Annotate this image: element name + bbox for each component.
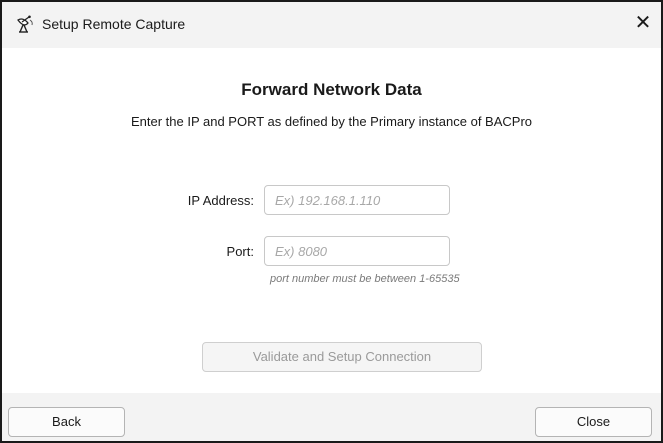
back-button[interactable]: Back <box>8 407 125 437</box>
window-title: Setup Remote Capture <box>42 16 186 32</box>
setup-remote-capture-dialog: Setup Remote Capture ✕ Forward Network D… <box>0 0 663 443</box>
instructions-text: Enter the IP and PORT as defined by the … <box>130 114 533 129</box>
validate-and-setup-connection-button[interactable]: Validate and Setup Connection <box>202 342 482 372</box>
port-label: Port: <box>226 244 254 259</box>
port-input[interactable] <box>264 236 450 266</box>
ip-address-input[interactable] <box>264 185 450 215</box>
close-button[interactable]: Close <box>535 407 652 437</box>
page-title: Forward Network Data <box>241 80 422 99</box>
port-hint-text: port number must be between 1-65535 <box>270 273 460 285</box>
close-icon[interactable]: ✕ <box>631 11 655 35</box>
dialog-footer: Back Close <box>2 393 661 441</box>
ip-address-label: IP Address: <box>187 193 254 208</box>
title-bar: Setup Remote Capture ✕ <box>2 2 661 48</box>
dialog-content: Forward Network Data Enter the IP and PO… <box>2 48 661 393</box>
satellite-dish-icon <box>15 14 35 34</box>
